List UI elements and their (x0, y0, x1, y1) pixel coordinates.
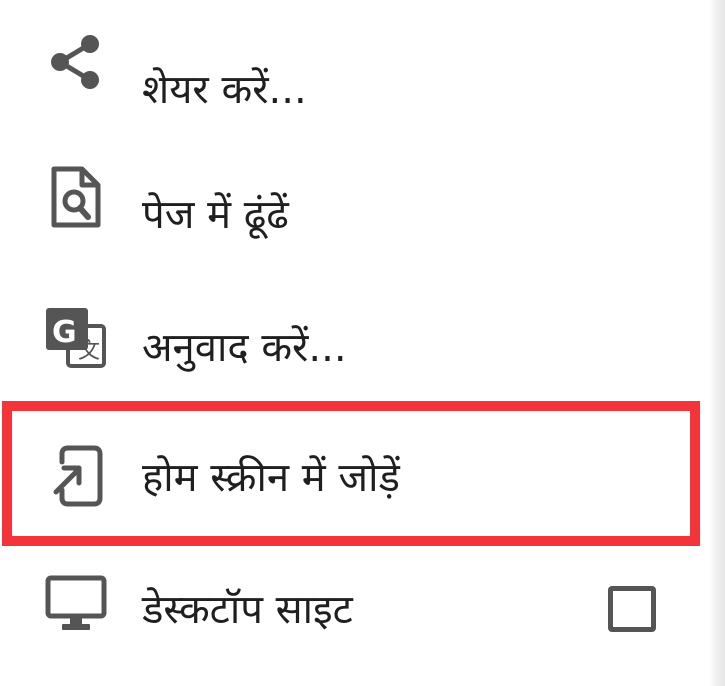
menu-shadow-edge (709, 0, 725, 686)
overflow-menu-page: शेयर करें... पेज में ढूंढें 文 G अनुवाद क… (0, 0, 725, 686)
menu-item-add-to-home-screen[interactable]: होम स्क्रीन में जोड़ें (0, 402, 709, 542)
menu-item-desktop-label: डेस्कटॉप साइट (142, 587, 353, 633)
svg-text:G: G (52, 315, 77, 350)
desktop-icon (40, 568, 112, 640)
overflow-menu: शेयर करें... पेज में ढूंढें 文 G अनुवाद क… (0, 0, 709, 686)
menu-item-home-label: होम स्क्रीन में जोड़ें (142, 455, 400, 501)
menu-item-translate-label: अनुवाद करें... (142, 325, 347, 371)
share-icon (40, 26, 112, 98)
find-in-page-icon (40, 161, 112, 233)
menu-item-translate[interactable]: 文 G अनुवाद करें... (0, 278, 709, 410)
translate-icon: 文 G (40, 302, 112, 374)
menu-item-share-label: शेयर करें... (142, 67, 307, 113)
menu-item-find-label: पेज में ढूंढें (142, 192, 289, 238)
desktop-site-checkbox[interactable] (608, 586, 656, 632)
menu-item-find-in-page[interactable]: पेज में ढूंढें (0, 145, 709, 277)
add-to-home-screen-icon (40, 440, 112, 512)
menu-item-share[interactable]: शेयर करें... (0, 10, 709, 142)
menu-item-desktop-site[interactable]: डेस्कटॉप साइट (0, 548, 709, 678)
